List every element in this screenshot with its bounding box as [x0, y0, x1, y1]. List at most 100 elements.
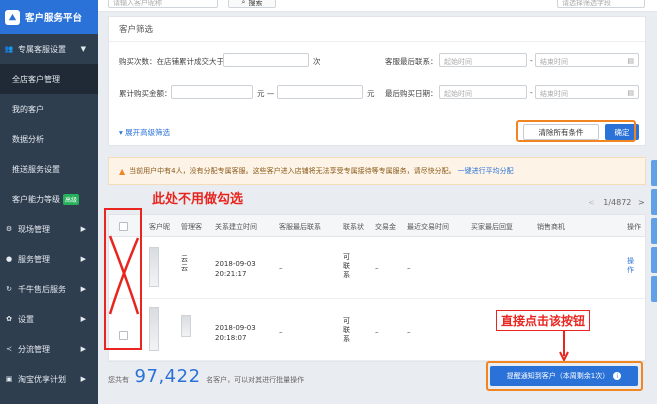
- amount-cell: –: [375, 264, 379, 272]
- chevron-right-icon: ▶: [80, 315, 86, 323]
- sidebar-item-service-management[interactable]: ● 服务管理 ▶: [0, 244, 98, 274]
- amount-cell: –: [375, 328, 379, 336]
- annotation-click-button: 直接点击该按钮: [496, 310, 591, 331]
- calendar-icon: ▤: [627, 89, 634, 97]
- sidebar-item-my-customers[interactable]: 我的客户: [0, 94, 98, 124]
- range-dash: -: [530, 56, 533, 65]
- table-row[interactable]: 云 云 2018-09-03 20:21:17 – 可 联 系 – – 操 作: [109, 237, 645, 299]
- last-contact-end-input[interactable]: 结束时间 ▤: [535, 53, 639, 67]
- highlight-box-notify-button: [486, 361, 643, 391]
- column-header: 客户昵: [149, 223, 170, 231]
- cross-mark-icon: [108, 235, 140, 315]
- column-header[interactable]: 客服最后联系: [279, 222, 321, 232]
- table-header: 客户昵 管理客 关系建立时间 客服最后联系 联系状 交易金 最近交易时间 买家最…: [109, 215, 645, 237]
- range-dash: -: [530, 88, 533, 97]
- side-tab[interactable]: [651, 276, 657, 302]
- chevron-right-icon: ▶: [80, 225, 86, 233]
- search-button[interactable]: ⌕ 搜索: [228, 0, 276, 8]
- last-purchase-start-input[interactable]: 起始时间: [439, 85, 527, 99]
- warning-icon: ▲: [119, 166, 126, 176]
- search-input[interactable]: 请输入客户昵称: [108, 0, 218, 8]
- customer-total: 您共有 97,422 名客户，可以对其进行批量操作: [108, 366, 305, 387]
- prev-page-button[interactable]: <: [588, 198, 595, 207]
- gift-icon: ▣: [5, 375, 13, 383]
- relation-date-cell: 2018-09-03 20:21:17: [215, 260, 256, 278]
- column-header: 操作: [627, 223, 641, 231]
- last-contact-cell: –: [279, 264, 283, 272]
- notice-banner: ▲ 当前用户中有4人，没有分配专属客服。这些客户进入店铺将无法享受专属接待等专属…: [108, 157, 646, 185]
- sidebar-item-settings[interactable]: ✿ 设置 ▶: [0, 304, 98, 334]
- side-tab[interactable]: [651, 218, 657, 244]
- recent-trade-cell: –: [407, 328, 411, 336]
- sidebar-item-exclusive-service[interactable]: 👥 专属客服设置 ▼: [0, 34, 98, 64]
- right-edge-tabs: [651, 160, 657, 305]
- purchase-count-input[interactable]: [223, 53, 309, 67]
- customer-count: 97,422: [134, 366, 201, 387]
- chevron-right-icon: ▶: [80, 345, 86, 353]
- sidebar-item-diversion[interactable]: ≺ 分流管理 ▶: [0, 334, 98, 364]
- highlight-box-filter-buttons: [516, 120, 636, 142]
- last-purchase-label: 最后购买日期：: [385, 89, 438, 98]
- row-action-link[interactable]: 操 作: [627, 257, 634, 275]
- customer-avatar: [149, 307, 159, 351]
- users-icon: 👥: [4, 45, 14, 53]
- settings-icon: ✿: [6, 315, 12, 323]
- divider: [109, 41, 645, 42]
- column-header[interactable]: 关系建立时间: [215, 222, 257, 232]
- sidebar-item-push-settings[interactable]: 推送服务设置: [0, 154, 98, 184]
- column-header: 管理客: [181, 223, 202, 231]
- sidebar-item-site-management[interactable]: ⚙ 现场管理 ▶: [0, 214, 98, 244]
- app-title: 客户服务平台: [25, 13, 83, 24]
- calendar-icon: ▤: [627, 57, 634, 65]
- chevron-right-icon: ▶: [80, 375, 86, 383]
- sidebar-item-aftersale[interactable]: ↻ 千牛售后服务 ▶: [0, 274, 98, 304]
- last-purchase-end-input[interactable]: 结束时间 ▤: [535, 85, 639, 99]
- page-indicator: 1/4872: [603, 198, 632, 207]
- relation-date-cell: 2018-09-03 20:18:07: [215, 324, 256, 342]
- share-icon: ≺: [6, 345, 12, 353]
- column-header: 买家最后回复: [471, 223, 513, 231]
- purchase-count-label: 购买次数：在店铺累计成交大于: [119, 57, 224, 66]
- contact-status-cell: 可 联 系: [343, 253, 350, 279]
- chevron-right-icon: ▶: [80, 255, 86, 263]
- refresh-icon: ↻: [6, 285, 12, 293]
- filter-title: 客户筛选: [119, 25, 154, 35]
- chevron-right-icon: ▶: [80, 285, 86, 293]
- amount-unit-1: 元 —: [257, 89, 275, 98]
- arrow-down-icon: [559, 330, 569, 362]
- last-contact-label: 客服最后联系：: [385, 57, 438, 66]
- sidebar: 客户服务平台 👥 专属客服设置 ▼ 全店客户管理 我的客户 数据分析 推送服务设…: [0, 0, 98, 404]
- annotation-no-check: 此处不用做勾选: [152, 192, 244, 207]
- customer-avatar: [149, 247, 159, 287]
- amount-unit-2: 元: [367, 89, 375, 98]
- last-contact-cell: –: [279, 328, 283, 336]
- auto-assign-link[interactable]: 一键进行平均分配: [458, 166, 514, 176]
- contact-status-cell: 可 联 系: [343, 317, 350, 343]
- column-header[interactable]: 最近交易时间: [407, 222, 449, 232]
- sidebar-item-customer-level[interactable]: 客户能力等级 高级: [0, 184, 98, 214]
- app-logo[interactable]: 客户服务平台: [0, 0, 98, 34]
- sidebar-item-data-analysis[interactable]: 数据分析: [0, 124, 98, 154]
- top-toolbar: 请输入客户昵称 ⌕ 搜索 请选择筛选字段: [98, 0, 657, 12]
- service-icon: ●: [5, 255, 13, 263]
- purchase-count-unit: 次: [313, 57, 321, 66]
- column-header: 销售商机: [537, 223, 565, 231]
- next-page-button[interactable]: >: [638, 198, 645, 207]
- column-header: 联系状: [343, 223, 364, 231]
- amount-min-input[interactable]: [171, 85, 253, 99]
- side-tab[interactable]: [651, 189, 657, 215]
- advanced-badge: 高级: [63, 193, 80, 205]
- manager-cell: 云 云: [181, 255, 188, 272]
- expand-advanced-filter[interactable]: ▾ 展开高级筛选: [119, 127, 170, 138]
- side-tab[interactable]: [651, 160, 657, 186]
- chevron-down-icon: ▼: [80, 45, 86, 53]
- search-icon: ⌕: [241, 0, 246, 6]
- purchase-amount-label: 累计购买金额：: [119, 89, 172, 98]
- manager-avatar: [181, 315, 191, 337]
- amount-max-input[interactable]: [277, 85, 363, 99]
- side-tab[interactable]: [651, 247, 657, 273]
- sidebar-item-all-customers[interactable]: 全店客户管理: [0, 64, 98, 94]
- last-contact-start-input[interactable]: 起始时间: [439, 53, 527, 67]
- sidebar-item-taobao-plan[interactable]: ▣ 淘宝优享计划 ▶: [0, 364, 98, 394]
- filter-field-select[interactable]: 请选择筛选字段: [557, 0, 645, 8]
